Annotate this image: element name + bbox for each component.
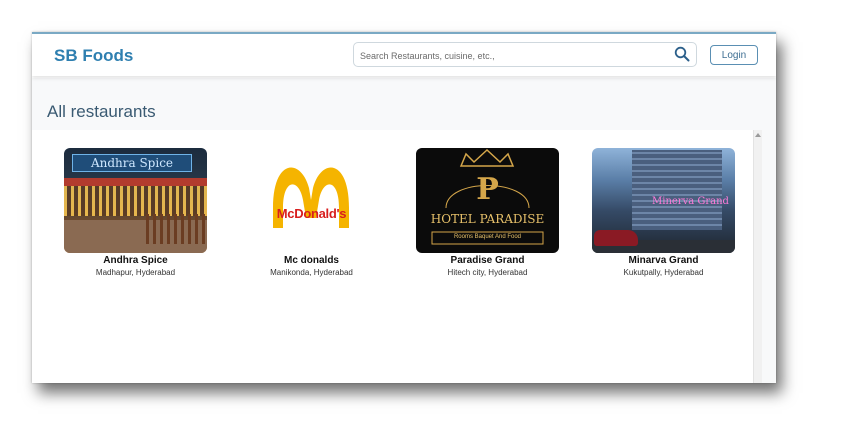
restaurant-name[interactable]: Mc donalds bbox=[240, 255, 383, 266]
vertical-scrollbar[interactable] bbox=[753, 130, 762, 383]
restaurant-card-mc-donalds[interactable]: McDonald's Mc donalds Manikonda, Hyderab… bbox=[240, 148, 383, 277]
restaurant-sign: Minerva Grand bbox=[652, 196, 729, 207]
brand-logo[interactable]: SB Foods bbox=[54, 46, 133, 66]
restaurant-name[interactable]: Minarva Grand bbox=[592, 255, 735, 266]
restaurant-sign: Andhra Spice bbox=[72, 154, 192, 172]
navbar: SB Foods Login bbox=[32, 34, 776, 76]
restaurant-location: Hitech city, Hyderabad bbox=[447, 268, 528, 277]
logo-text: McDonald's bbox=[276, 206, 347, 221]
restaurant-card-andhra-spice[interactable]: Andhra Spice Andhra Spice Madhapur, Hyde… bbox=[64, 148, 207, 277]
restaurant-list: Andhra Spice Andhra Spice Madhapur, Hyde… bbox=[32, 130, 753, 383]
logo-text: HOTEL PARADISE bbox=[430, 212, 545, 226]
restaurant-card-paradise-grand[interactable]: P HOTEL PARADISE Rooms Baquet And Food P… bbox=[416, 148, 559, 277]
main-content: All restaurants Andhra Spice Andhra Spic… bbox=[32, 78, 776, 383]
restaurant-name[interactable]: Paradise Grand bbox=[416, 255, 559, 266]
restaurant-image[interactable]: McDonald's bbox=[240, 148, 383, 253]
page-title: All restaurants bbox=[47, 102, 156, 121]
restaurant-image[interactable]: P HOTEL PARADISE Rooms Baquet And Food bbox=[416, 148, 559, 253]
restaurant-image[interactable]: Minerva Grand bbox=[592, 148, 735, 253]
app-window: SB Foods Login All restaurants Andhra Sp… bbox=[32, 32, 776, 383]
restaurant-card-minarva-grand[interactable]: Minerva Grand Minarva Grand Kukutpally, … bbox=[592, 148, 735, 277]
chevron-up-icon[interactable] bbox=[755, 133, 761, 137]
search-icon[interactable] bbox=[674, 46, 690, 62]
restaurant-location: Madhapur, Hyderabad bbox=[95, 268, 176, 277]
logo-letter: P bbox=[476, 172, 499, 207]
search-box[interactable] bbox=[353, 42, 697, 67]
mcdonalds-logo bbox=[273, 167, 349, 228]
search-input[interactable] bbox=[358, 45, 662, 66]
restaurant-image[interactable]: Andhra Spice bbox=[64, 148, 207, 253]
restaurant-location: Kukutpally, Hyderabad bbox=[623, 268, 704, 277]
restaurant-location: Manikonda, Hyderabad bbox=[270, 268, 353, 277]
logo-tagline: Rooms Baquet And Food bbox=[453, 234, 522, 240]
login-button[interactable]: Login bbox=[710, 45, 758, 65]
restaurant-name[interactable]: Andhra Spice bbox=[64, 255, 207, 266]
